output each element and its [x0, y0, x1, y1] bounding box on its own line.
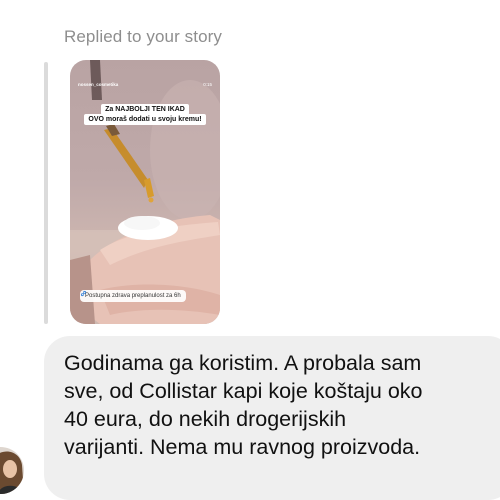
reply-indicator-bar [44, 62, 48, 324]
story-preview-card[interactable]: nossen_cosmetika 0:15 Za NAJBOLJI TEN IK… [70, 60, 220, 324]
story-caption-line-2: OVO moraš dodati u svoju kremu! [70, 108, 220, 126]
message-line-4: varijanti. Nema mu ravnog proizvoda. [64, 435, 421, 459]
story-footer-text: Postupna zdrava preplanulost za 6h [85, 293, 181, 299]
message-line-1: Godinama ga koristim. A probala sam [64, 351, 422, 375]
link-icon [80, 290, 87, 297]
story-link-footer[interactable]: Postupna zdrava preplanulost za 6h [80, 290, 186, 302]
message-line-2: sve, od Collistar kapi koje koštaju oko [64, 379, 423, 403]
story-time: 0:15 [203, 82, 212, 87]
replied-to-story-label: Replied to your story [64, 27, 223, 46]
profile-avatar-icon [0, 447, 24, 494]
story-caption-text-2: OVO moraš dodati u svoju kremu! [84, 114, 206, 125]
message-line-3: 40 eura, do nekih drogerijskih [64, 407, 347, 431]
message-text: Godinama ga koristim. A probala sam sve,… [64, 349, 500, 461]
story-handle: nossen_cosmetika [78, 82, 119, 87]
sender-avatar[interactable] [0, 447, 24, 494]
